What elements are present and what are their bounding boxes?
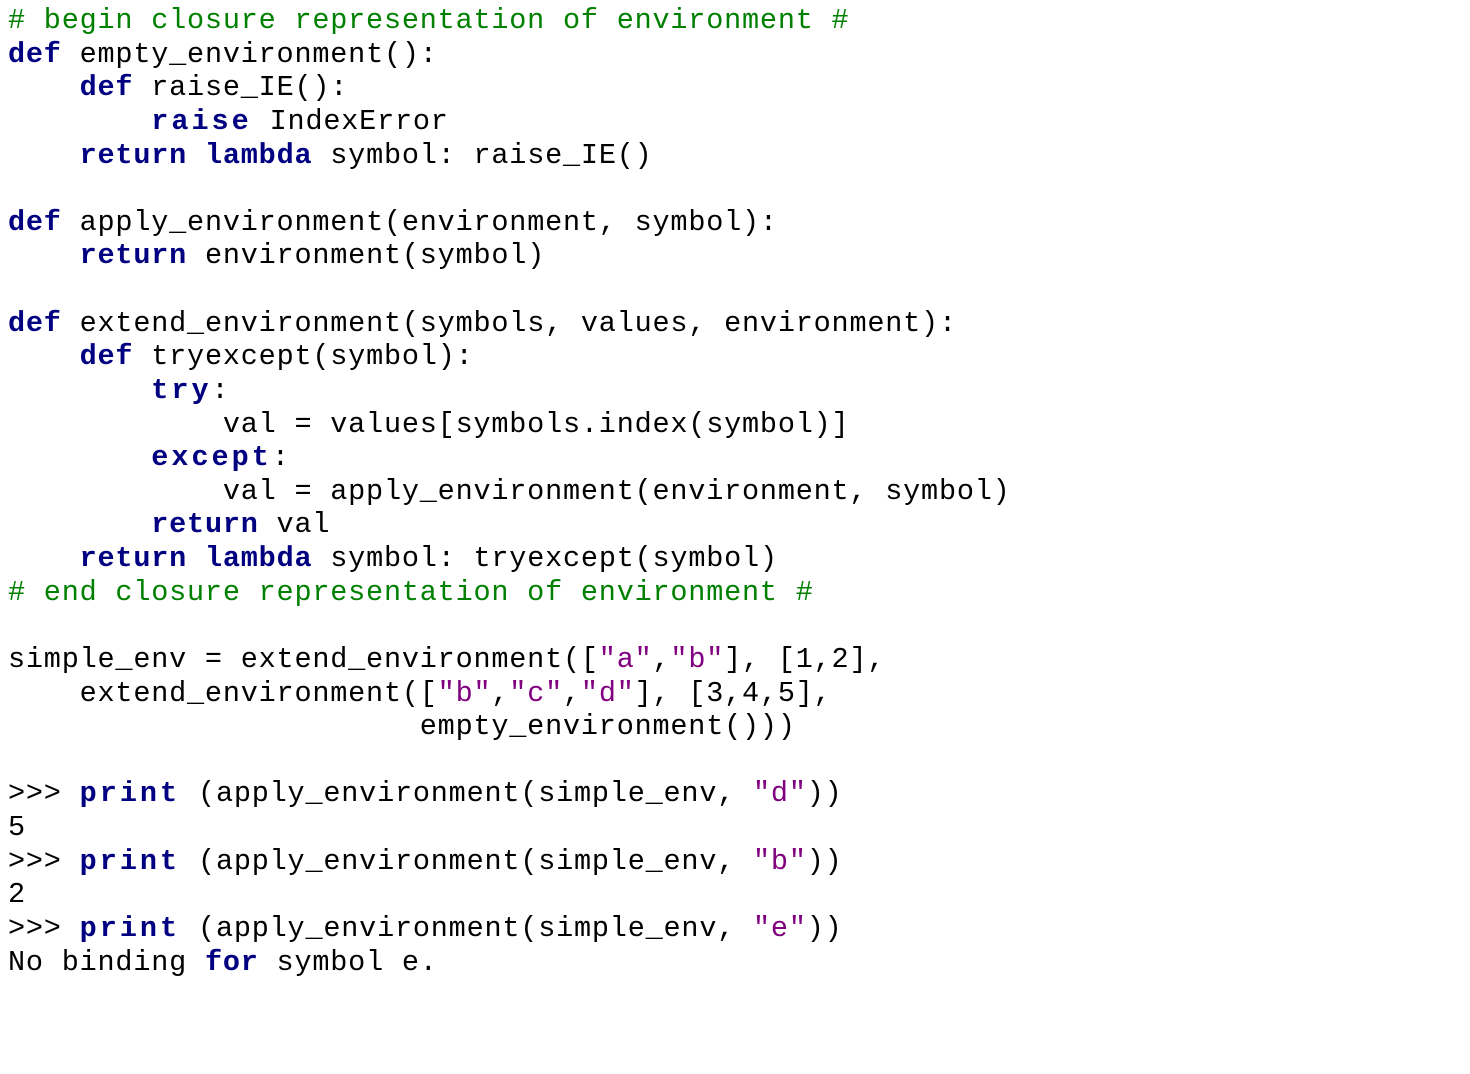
code-text: : xyxy=(212,374,230,407)
code-text: extend_environment([ xyxy=(8,677,438,710)
string-literal: "b" xyxy=(670,643,724,676)
code-text: ], [1,2], xyxy=(724,643,885,676)
code-text: raise_IE(): xyxy=(133,71,348,104)
keyword-for: for xyxy=(205,946,259,979)
code-text: , xyxy=(563,677,581,710)
code-text: symbol: raise_IE() xyxy=(312,139,652,172)
keyword-return: return xyxy=(80,542,187,575)
keyword-def: def xyxy=(80,71,134,104)
string-literal: "e" xyxy=(753,912,807,945)
string-literal: "d" xyxy=(753,777,807,810)
output: symbol e. xyxy=(259,946,438,979)
code-text: , xyxy=(491,677,509,710)
string-literal: "d" xyxy=(581,677,635,710)
string-literal: "c" xyxy=(509,677,563,710)
keyword-return: return xyxy=(151,508,258,541)
keyword-return: return xyxy=(80,239,187,272)
code-text: simple_env = extend_environment([ xyxy=(8,643,599,676)
code-text: : xyxy=(272,441,290,474)
code-text: empty_environment())) xyxy=(8,710,796,743)
code-text: (apply_environment(simple_env, xyxy=(180,912,753,945)
keyword-except: except xyxy=(151,441,272,474)
keyword-def: def xyxy=(8,38,62,71)
keyword-lambda: lambda xyxy=(205,542,312,575)
code-text: )) xyxy=(807,912,843,945)
string-literal: "a" xyxy=(599,643,653,676)
code-text: tryexcept(symbol): xyxy=(133,340,473,373)
prompt: >>> xyxy=(8,777,80,810)
output: 2 xyxy=(8,878,26,911)
keyword-raise: raise xyxy=(151,105,252,138)
code-text: val = values[symbols.index(symbol)] xyxy=(8,408,849,441)
prompt: >>> xyxy=(8,912,80,945)
keyword-def: def xyxy=(80,340,134,373)
code-text: )) xyxy=(807,845,843,878)
keyword-lambda: lambda xyxy=(205,139,312,172)
keyword-print: print xyxy=(80,912,181,945)
prompt: >>> xyxy=(8,845,80,878)
keyword-try: try xyxy=(151,374,211,407)
code-text: apply_environment(environment, symbol): xyxy=(62,206,778,239)
code-text: )) xyxy=(807,777,843,810)
keyword-return: return xyxy=(80,139,187,172)
code-text: IndexError xyxy=(252,105,449,138)
code-text: (apply_environment(simple_env, xyxy=(180,777,753,810)
code-block: # begin closure representation of enviro… xyxy=(0,0,1470,983)
comment: # end closure representation of environm… xyxy=(8,576,814,609)
comment: # begin closure representation of enviro… xyxy=(8,4,849,37)
keyword-print: print xyxy=(80,777,181,810)
string-literal: "b" xyxy=(438,677,492,710)
code-text: environment(symbol) xyxy=(187,239,545,272)
keyword-print: print xyxy=(80,845,181,878)
code-text: val xyxy=(259,508,331,541)
string-literal: "b" xyxy=(753,845,807,878)
code-text: val = apply_environment(environment, sym… xyxy=(8,475,1011,508)
output: No binding xyxy=(8,946,205,979)
keyword-def: def xyxy=(8,206,62,239)
code-text: symbol: tryexcept(symbol) xyxy=(312,542,777,575)
code-text: , xyxy=(653,643,671,676)
code-text: (apply_environment(simple_env, xyxy=(180,845,753,878)
code-text: empty_environment(): xyxy=(62,38,438,71)
keyword-def: def xyxy=(8,307,62,340)
code-text: extend_environment(symbols, values, envi… xyxy=(62,307,957,340)
output: 5 xyxy=(8,811,26,844)
code-text: ], [3,4,5], xyxy=(635,677,832,710)
